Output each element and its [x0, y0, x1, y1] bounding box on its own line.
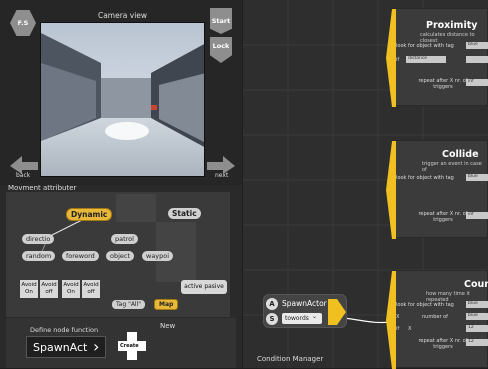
pasive-label: pasive	[204, 283, 224, 290]
tag-all-button[interactable]: Tag "All"	[112, 300, 146, 309]
random-option[interactable]: random	[22, 251, 56, 261]
collide-title: Collide	[442, 149, 479, 160]
function-name-value: SpawnAct	[33, 341, 88, 354]
count-node[interactable]: Count how many time it repeated look for…	[386, 270, 488, 369]
foreword-option[interactable]: foreword	[62, 251, 99, 261]
chevron-right-icon: ›	[93, 337, 100, 356]
avoid-off-toggle-2[interactable]: Avoid off	[82, 280, 100, 298]
avoid-label: Avoid	[83, 282, 99, 288]
create-button[interactable]: Create	[118, 332, 146, 360]
camera-viewport[interactable]	[40, 22, 205, 177]
count-if-label: if	[396, 326, 400, 332]
count-title: Count	[464, 279, 488, 290]
proximity-title: Proximity	[426, 20, 478, 31]
proximity-repeat-label: repeat after X nr. of triggers	[418, 78, 468, 90]
movement-attributer-panel: Dynamic Static directio patrol random fo…	[6, 192, 230, 317]
spawn-actor-node[interactable]: A S SpawnActor towords ⌄	[263, 294, 347, 328]
back-arrow-icon[interactable]	[8, 152, 40, 174]
proximity-node[interactable]: Proximity calculates distance to closest…	[386, 8, 488, 107]
avoid-on-toggle-1[interactable]: Avoid On	[20, 280, 38, 298]
patrol-option[interactable]: patrol	[111, 234, 138, 244]
proximity-distance-select[interactable]: distance	[406, 56, 446, 63]
proximity-tag-field[interactable]: blue	[466, 42, 488, 49]
spawn-output-port[interactable]	[328, 299, 346, 325]
collide-node[interactable]: Collide trigger an event in case of look…	[386, 140, 488, 239]
active-pasive-toggle[interactable]: active pasive	[181, 280, 227, 294]
static-node[interactable]: Static	[168, 208, 201, 219]
active-label: active	[184, 283, 203, 290]
spawn-a-port[interactable]: A	[266, 298, 278, 310]
count-if-x-label: X	[408, 326, 412, 332]
count-if-field[interactable]: 12	[466, 325, 488, 332]
lock-label: Lock	[212, 42, 230, 50]
chevron-down-icon: ⌄	[312, 313, 318, 320]
fs-label: F.S	[17, 19, 29, 27]
left-panel: F.S Camera view Start Lock back next Mov…	[0, 0, 242, 368]
proximity-tag-label: look for object with tag	[396, 43, 454, 49]
count-number-field[interactable]: blue	[466, 313, 488, 320]
count-x-label: X	[396, 314, 400, 320]
start-button[interactable]: Start	[210, 8, 232, 34]
avoid-label: Avoid	[21, 282, 37, 288]
count-repeat-field[interactable]: 12	[466, 339, 488, 346]
next-arrow-icon[interactable]	[205, 152, 237, 174]
avoid-off-toggle-1[interactable]: Avoid off	[40, 280, 58, 298]
next-label: next	[215, 172, 229, 179]
collide-repeat-field[interactable]: inf	[466, 212, 488, 219]
avoid-state: On	[67, 289, 75, 295]
map-button[interactable]: Map	[154, 299, 179, 310]
collide-tag-field[interactable]: blue	[466, 174, 488, 181]
camera-scene	[41, 23, 204, 176]
spawn-actor-title: SpawnActor	[282, 299, 327, 308]
function-name-field[interactable]: SpawnAct ›	[26, 336, 106, 358]
proximity-repeat-field[interactable]: inf	[466, 79, 488, 86]
start-label: Start	[211, 17, 231, 25]
avoid-label: Avoid	[63, 282, 79, 288]
collide-tag-label: look for object with tag	[396, 175, 454, 181]
count-tag-label: look for object with tag	[396, 302, 454, 308]
avoid-label: Avoid	[41, 282, 57, 288]
collide-repeat-label: repeat after X nr. of triggers	[418, 211, 468, 223]
spawn-direction-value: towords	[285, 315, 309, 322]
create-label: Create	[120, 343, 139, 349]
spawn-s-port[interactable]: S	[266, 313, 278, 325]
new-label: New	[160, 322, 176, 330]
object-option[interactable]: object	[106, 251, 135, 261]
camera-title: Camera view	[97, 11, 148, 20]
movement-title: Movment attributer	[8, 184, 77, 192]
waypoint-option[interactable]: waypoi	[142, 251, 174, 261]
define-label: Define node function	[30, 326, 99, 334]
condition-manager-label: Condition Manager	[257, 355, 324, 363]
avoid-on-toggle-2[interactable]: Avoid On	[62, 280, 80, 298]
proximity-distance-field[interactable]	[466, 56, 488, 63]
count-number-label: number of	[422, 314, 448, 320]
collide-subtitle: trigger an event in case of	[422, 161, 482, 173]
spawn-direction-select[interactable]: towords ⌄	[282, 313, 322, 324]
avoid-state: off	[45, 289, 53, 295]
count-tag-field[interactable]: blue	[466, 301, 488, 308]
dynamic-node[interactable]: Dynamic	[66, 208, 113, 221]
avoid-state: off	[87, 289, 95, 295]
proximity-if-label: if	[396, 57, 400, 63]
define-node-panel: Define node function SpawnAct › Create N…	[6, 318, 236, 368]
condition-manager-area: Proximity calculates distance to closest…	[243, 0, 488, 369]
back-label: back	[16, 172, 31, 179]
count-repeat-label: repeat after X nr. of triggers	[418, 338, 468, 350]
avoid-state: On	[25, 289, 33, 295]
direction-option[interactable]: directio	[22, 234, 55, 244]
